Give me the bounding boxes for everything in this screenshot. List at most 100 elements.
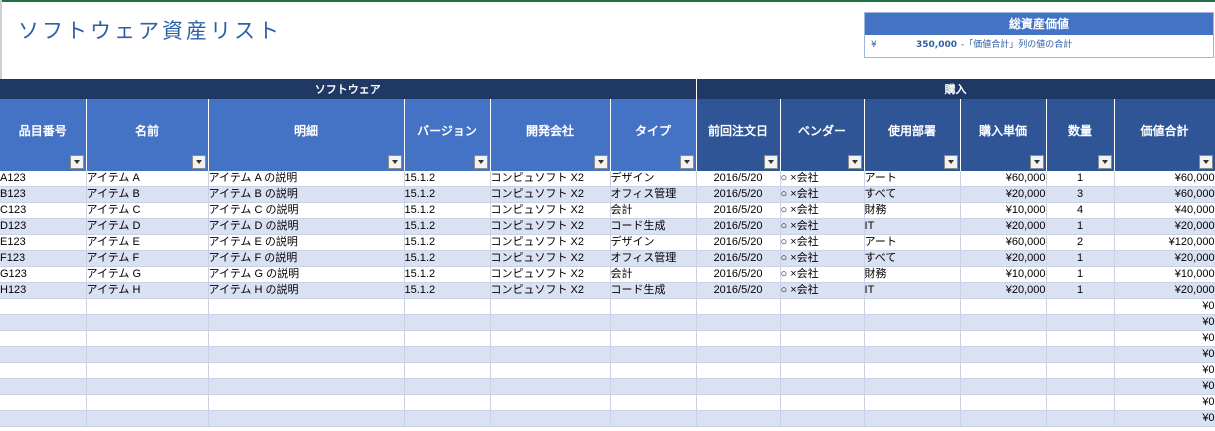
- cell-department[interactable]: [864, 298, 961, 315]
- filter-dropdown-icon[interactable]: [847, 155, 862, 169]
- cell-last-order-date[interactable]: 2016/5/20: [696, 266, 781, 283]
- column-header-description[interactable]: 明細: [208, 99, 405, 171]
- cell-version[interactable]: 15.1.2: [404, 250, 491, 267]
- summary-value-row[interactable]: ¥ 350,000 -「価値合計」列の値の合計: [865, 35, 1213, 56]
- cell-item-number[interactable]: C123: [0, 202, 87, 219]
- cell-department[interactable]: すべて: [864, 186, 961, 203]
- cell-quantity[interactable]: [1046, 378, 1115, 395]
- column-header-unit-price[interactable]: 購入単価: [960, 99, 1047, 171]
- cell-item-number[interactable]: A123: [0, 171, 87, 187]
- cell-unit-price[interactable]: ¥20,000: [960, 282, 1047, 299]
- cell-type[interactable]: オフィス管理: [610, 186, 697, 203]
- cell-department[interactable]: 財務: [864, 266, 961, 283]
- cell-last-order-date[interactable]: [696, 394, 781, 411]
- cell-total-value[interactable]: ¥0: [1114, 298, 1215, 315]
- cell-total-value[interactable]: ¥0: [1114, 378, 1215, 395]
- cell-total-value[interactable]: ¥120,000: [1114, 234, 1215, 251]
- cell-quantity[interactable]: 1: [1046, 266, 1115, 283]
- column-header-name[interactable]: 名前: [86, 99, 209, 171]
- cell-developer[interactable]: [490, 362, 611, 379]
- cell-quantity[interactable]: [1046, 410, 1115, 427]
- cell-type[interactable]: 会計: [610, 266, 697, 283]
- cell-quantity[interactable]: 1: [1046, 282, 1115, 299]
- filter-dropdown-icon[interactable]: [593, 155, 608, 169]
- cell-type[interactable]: [610, 410, 697, 427]
- cell-last-order-date[interactable]: [696, 346, 781, 363]
- column-header-quantity[interactable]: 数量: [1046, 99, 1115, 171]
- filter-dropdown-icon[interactable]: [473, 155, 488, 169]
- cell-total-value[interactable]: ¥0: [1114, 330, 1215, 347]
- cell-last-order-date[interactable]: [696, 298, 781, 315]
- cell-vendor[interactable]: ○ ×会社: [780, 250, 865, 267]
- cell-type[interactable]: [610, 362, 697, 379]
- cell-type[interactable]: [610, 394, 697, 411]
- cell-description[interactable]: [208, 394, 405, 411]
- cell-item-number[interactable]: [0, 410, 87, 427]
- filter-dropdown-icon[interactable]: [1097, 155, 1112, 169]
- cell-name[interactable]: [86, 346, 209, 363]
- cell-quantity[interactable]: [1046, 298, 1115, 315]
- column-header-item-number[interactable]: 品目番号: [0, 99, 87, 171]
- cell-name[interactable]: アイテム B: [86, 186, 209, 203]
- cell-unit-price[interactable]: [960, 378, 1047, 395]
- cell-developer[interactable]: コンピュソフト X2: [490, 250, 611, 267]
- cell-quantity[interactable]: 1: [1046, 250, 1115, 267]
- cell-developer[interactable]: [490, 314, 611, 331]
- cell-vendor[interactable]: [780, 346, 865, 363]
- cell-developer[interactable]: [490, 298, 611, 315]
- cell-quantity[interactable]: 1: [1046, 171, 1115, 187]
- cell-developer[interactable]: コンピュソフト X2: [490, 171, 611, 187]
- cell-item-number[interactable]: D123: [0, 218, 87, 235]
- cell-developer[interactable]: コンピュソフト X2: [490, 218, 611, 235]
- cell-item-number[interactable]: [0, 298, 87, 315]
- cell-developer[interactable]: [490, 378, 611, 395]
- cell-name[interactable]: [86, 378, 209, 395]
- cell-description[interactable]: [208, 298, 405, 315]
- cell-quantity[interactable]: 4: [1046, 202, 1115, 219]
- cell-last-order-date[interactable]: 2016/5/20: [696, 171, 781, 187]
- cell-type[interactable]: [610, 314, 697, 331]
- cell-unit-price[interactable]: ¥10,000: [960, 266, 1047, 283]
- column-header-total-value[interactable]: 価値合計: [1114, 99, 1215, 171]
- cell-name[interactable]: アイテム D: [86, 218, 209, 235]
- cell-version[interactable]: 15.1.2: [404, 282, 491, 299]
- cell-description[interactable]: アイテム H の説明: [208, 282, 405, 299]
- filter-dropdown-icon[interactable]: [679, 155, 694, 169]
- cell-item-number[interactable]: [0, 362, 87, 379]
- cell-name[interactable]: アイテム F: [86, 250, 209, 267]
- cell-quantity[interactable]: [1046, 394, 1115, 411]
- cell-vendor[interactable]: [780, 410, 865, 427]
- cell-description[interactable]: [208, 314, 405, 331]
- cell-department[interactable]: [864, 330, 961, 347]
- cell-item-number[interactable]: [0, 346, 87, 363]
- cell-type[interactable]: コード生成: [610, 218, 697, 235]
- cell-quantity[interactable]: 2: [1046, 234, 1115, 251]
- cell-name[interactable]: アイテム C: [86, 202, 209, 219]
- cell-description[interactable]: アイテム F の説明: [208, 250, 405, 267]
- cell-version[interactable]: 15.1.2: [404, 234, 491, 251]
- cell-department[interactable]: [864, 362, 961, 379]
- cell-type[interactable]: オフィス管理: [610, 250, 697, 267]
- cell-version[interactable]: 15.1.2: [404, 202, 491, 219]
- cell-name[interactable]: [86, 410, 209, 427]
- cell-last-order-date[interactable]: [696, 362, 781, 379]
- cell-developer[interactable]: [490, 330, 611, 347]
- cell-total-value[interactable]: ¥0: [1114, 314, 1215, 331]
- cell-vendor[interactable]: [780, 314, 865, 331]
- cell-version[interactable]: [404, 298, 491, 315]
- cell-vendor[interactable]: [780, 394, 865, 411]
- cell-description[interactable]: アイテム G の説明: [208, 266, 405, 283]
- cell-total-value[interactable]: ¥0: [1114, 362, 1215, 379]
- cell-developer[interactable]: コンピュソフト X2: [490, 202, 611, 219]
- cell-department[interactable]: [864, 410, 961, 427]
- cell-type[interactable]: 会計: [610, 202, 697, 219]
- cell-quantity[interactable]: 1: [1046, 218, 1115, 235]
- cell-department[interactable]: IT: [864, 282, 961, 299]
- cell-description[interactable]: [208, 330, 405, 347]
- cell-vendor[interactable]: [780, 378, 865, 395]
- cell-developer[interactable]: コンピュソフト X2: [490, 234, 611, 251]
- cell-total-value[interactable]: ¥10,000: [1114, 266, 1215, 283]
- cell-department[interactable]: 財務: [864, 202, 961, 219]
- filter-dropdown-icon[interactable]: [191, 155, 206, 169]
- cell-version[interactable]: 15.1.2: [404, 218, 491, 235]
